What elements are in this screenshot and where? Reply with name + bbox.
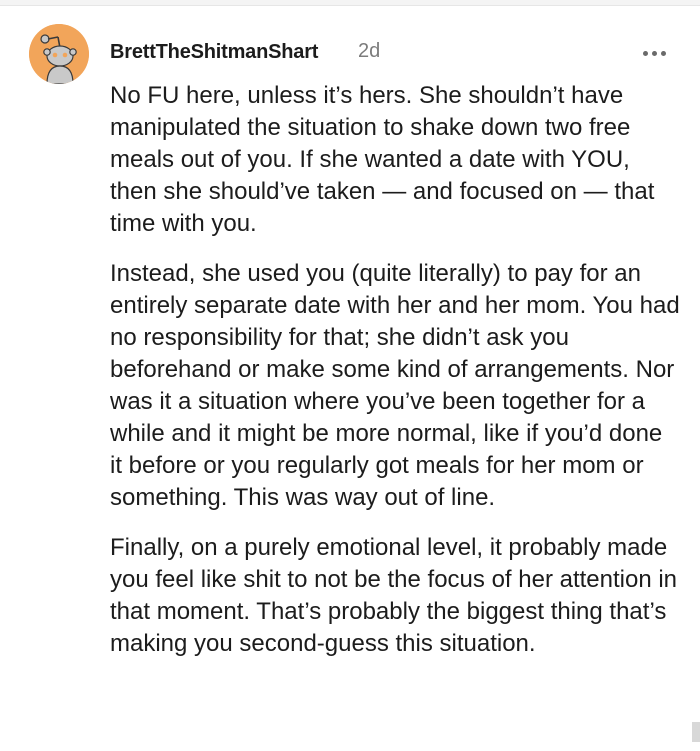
timestamp: 2d (358, 40, 381, 62)
scrollbar-thumb[interactable] (692, 722, 700, 742)
comment-paragraph: No FU here, unless it’s hers. She should… (110, 82, 655, 237)
comment-paragraph: Instead, she used you (quite literally) … (110, 260, 680, 511)
snoo-avatar-icon (29, 24, 89, 84)
comment-paragraph: Finally, on a purely emotional level, it… (110, 534, 678, 657)
avatar[interactable] (29, 24, 89, 84)
more-options-button[interactable] (636, 42, 672, 64)
comment: BrettTheShitmanShart 2d No FU here, unle… (0, 6, 700, 751)
username[interactable]: BrettTheShitmanShart (110, 41, 318, 64)
more-options-icon (641, 50, 668, 56)
comment-body: No FU here, unless it’s hers. She should… (110, 80, 680, 678)
